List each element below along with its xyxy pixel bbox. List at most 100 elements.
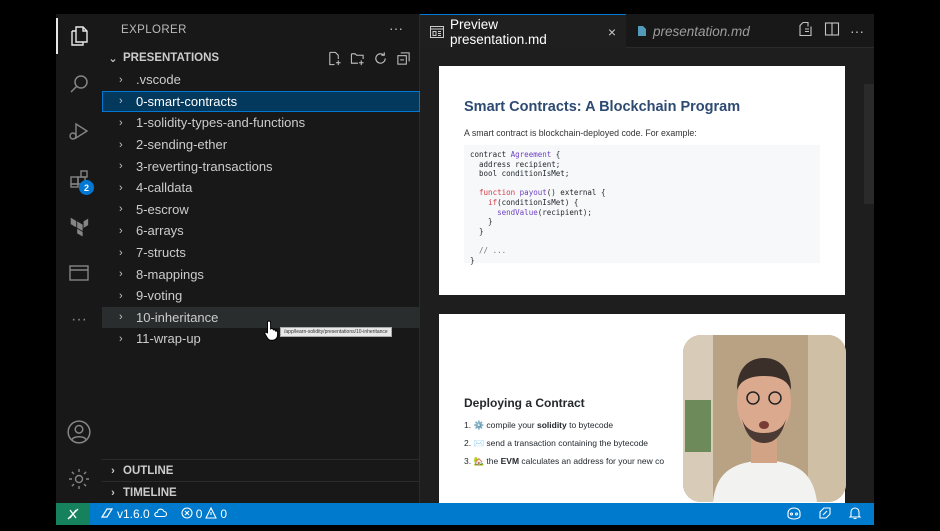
presentations-folder-header[interactable]: ⌄ PRESENTATIONS bbox=[102, 47, 420, 69]
tree-item-1-solidity-types-and-functions[interactable]: › 1-solidity-types-and-functions bbox=[102, 112, 420, 134]
vscode-window: 2 ··· EXPLORER ··· ⌄ PRESENTATIONS › .vs… bbox=[56, 14, 874, 525]
tab-label: presentation.md bbox=[653, 23, 750, 39]
tree-item-0-smart-contracts[interactable]: › 0-smart-contracts bbox=[102, 90, 420, 113]
link-icon bbox=[100, 507, 114, 522]
copilot-icon[interactable] bbox=[786, 506, 802, 523]
explorer-more-button[interactable]: ··· bbox=[389, 20, 403, 36]
extensions-icon[interactable]: 2 bbox=[56, 159, 102, 199]
notifications-bell-icon[interactable] bbox=[848, 506, 862, 523]
chevron-right-icon: › bbox=[119, 332, 123, 345]
tab-preview-presentation[interactable]: Preview presentation.md × bbox=[420, 14, 626, 48]
tree-item-label: 1-solidity-types-and-functions bbox=[136, 115, 306, 131]
chevron-down-icon: ⌄ bbox=[108, 52, 118, 65]
chevron-right-icon: › bbox=[119, 116, 123, 129]
markdown-file-icon bbox=[637, 25, 647, 37]
error-icon bbox=[181, 506, 193, 522]
tree-item-6-arrays[interactable]: › 6-arrays bbox=[102, 220, 420, 242]
editor-tab-bar: Preview presentation.md × presentation.m… bbox=[420, 14, 874, 48]
timeline-section-header[interactable]: › TIMELINE bbox=[102, 481, 420, 503]
timeline-title: TIMELINE bbox=[123, 486, 177, 499]
tree-item-label: 3-reverting-transactions bbox=[136, 158, 273, 174]
chevron-right-icon: › bbox=[119, 246, 123, 259]
panel-window-icon[interactable] bbox=[56, 253, 102, 293]
chevron-right-icon: › bbox=[119, 311, 123, 324]
tree-item-label: 7-structs bbox=[136, 245, 186, 261]
status-bar: v1.6.0 0 0 bbox=[56, 503, 874, 525]
chevron-right-icon: › bbox=[111, 464, 115, 477]
chevron-right-icon: › bbox=[119, 203, 123, 216]
version-label: v1.6.0 bbox=[117, 507, 150, 521]
tree-item-label: 5-escrow bbox=[136, 201, 189, 217]
new-file-icon[interactable] bbox=[326, 50, 343, 67]
live-share-icon[interactable] bbox=[818, 506, 832, 523]
version-status[interactable]: v1.6.0 bbox=[100, 507, 167, 522]
tree-item-label: 10-inheritance bbox=[136, 309, 219, 325]
list-item: 3. 🏡 the EVM calculates an address for y… bbox=[464, 456, 665, 466]
deploy-steps-list: 1. ⚙️ compile your solidity to bytecode … bbox=[464, 420, 664, 474]
close-tab-icon[interactable]: × bbox=[608, 24, 616, 40]
explorer-sidebar: EXPLORER ··· ⌄ PRESENTATIONS › .vscode › 0… bbox=[102, 14, 420, 503]
settings-gear-icon[interactable] bbox=[56, 459, 102, 499]
activity-bar: 2 ··· bbox=[56, 14, 102, 503]
tree-item-label: 2-sending-ether bbox=[136, 137, 228, 153]
explorer-title: EXPLORER bbox=[121, 24, 187, 36]
tree-item-label: 0-smart-contracts bbox=[136, 93, 238, 109]
outline-section-header[interactable]: › OUTLINE bbox=[102, 459, 420, 481]
more-actions-icon[interactable]: ··· bbox=[850, 23, 864, 39]
split-editor-icon[interactable] bbox=[824, 21, 840, 42]
new-folder-icon[interactable] bbox=[349, 50, 366, 67]
tree-item-label: 8-mappings bbox=[136, 266, 204, 282]
list-item: 2. ✉️ send a transaction containing the … bbox=[464, 438, 649, 448]
chevron-right-icon: › bbox=[119, 160, 123, 173]
chevron-right-icon: › bbox=[119, 73, 123, 86]
run-debug-icon[interactable] bbox=[56, 111, 102, 151]
folder-title: PRESENTATIONS bbox=[123, 52, 220, 64]
tree-item-5-escrow[interactable]: › 5-escrow bbox=[102, 199, 420, 221]
extensions-badge: 2 bbox=[79, 180, 94, 195]
slide-intro: A smart contract is blockchain-deployed … bbox=[464, 128, 697, 138]
warning-icon bbox=[205, 506, 218, 522]
tree-item-7-structs[interactable]: › 7-structs bbox=[102, 242, 420, 264]
slide-smart-contracts: Smart Contracts: A Blockchain Program A … bbox=[439, 66, 845, 295]
tree-item-vscode[interactable]: › .vscode bbox=[102, 69, 420, 91]
webcam-overlay bbox=[683, 335, 846, 502]
mouse-pointer-icon bbox=[263, 319, 281, 346]
preview-scrollbar[interactable] bbox=[864, 84, 874, 204]
code-block: contract Agreement { address recipient; … bbox=[464, 145, 820, 265]
tab-presentation-md[interactable]: presentation.md bbox=[627, 14, 787, 48]
preview-icon bbox=[430, 25, 444, 38]
outline-title: OUTLINE bbox=[123, 464, 174, 477]
status-right bbox=[786, 503, 862, 525]
problems-status[interactable]: 0 0 bbox=[181, 506, 228, 522]
terraform-icon[interactable] bbox=[56, 206, 102, 246]
search-icon[interactable] bbox=[56, 64, 102, 104]
more-views-icon[interactable]: ··· bbox=[56, 300, 102, 340]
tab-label: Preview presentation.md bbox=[450, 16, 547, 47]
explorer-files-icon[interactable] bbox=[56, 16, 102, 56]
slide-title: Deploying a Contract bbox=[464, 396, 585, 410]
collapse-all-icon[interactable] bbox=[395, 50, 412, 67]
tree-item-label: 9-voting bbox=[136, 288, 183, 304]
refresh-icon[interactable] bbox=[372, 50, 389, 67]
warning-count: 0 bbox=[220, 507, 228, 521]
tree-item-10-inheritance[interactable]: › 10-inheritance bbox=[102, 306, 420, 329]
tree-item-label: 6-arrays bbox=[136, 223, 184, 239]
chevron-right-icon: › bbox=[119, 268, 123, 281]
remote-indicator[interactable] bbox=[56, 503, 90, 525]
open-source-icon[interactable] bbox=[798, 21, 814, 42]
file-tree: › .vscode › 0-smart-contracts › 1-solidity-… bbox=[102, 69, 420, 350]
chevron-right-icon: › bbox=[111, 486, 115, 499]
tree-item-4-calldata[interactable]: › 4-calldata bbox=[102, 177, 420, 199]
tree-item-8-mappings[interactable]: › 8-mappings bbox=[102, 263, 420, 285]
cloud-sync-icon bbox=[153, 507, 167, 522]
slide-title: Smart Contracts: A Blockchain Program bbox=[464, 99, 741, 115]
chevron-right-icon: › bbox=[119, 289, 123, 302]
chevron-right-icon: › bbox=[119, 224, 123, 237]
tree-item-3-reverting-transactions[interactable]: › 3-reverting-transactions bbox=[102, 155, 420, 177]
editor-actions: ··· bbox=[798, 14, 864, 48]
tree-item-label: 4-calldata bbox=[136, 180, 193, 196]
chevron-right-icon: › bbox=[119, 138, 123, 151]
tree-item-9-voting[interactable]: › 9-voting bbox=[102, 285, 420, 307]
account-icon[interactable] bbox=[56, 412, 102, 452]
tree-item-2-sending-ether[interactable]: › 2-sending-ether bbox=[102, 134, 420, 156]
